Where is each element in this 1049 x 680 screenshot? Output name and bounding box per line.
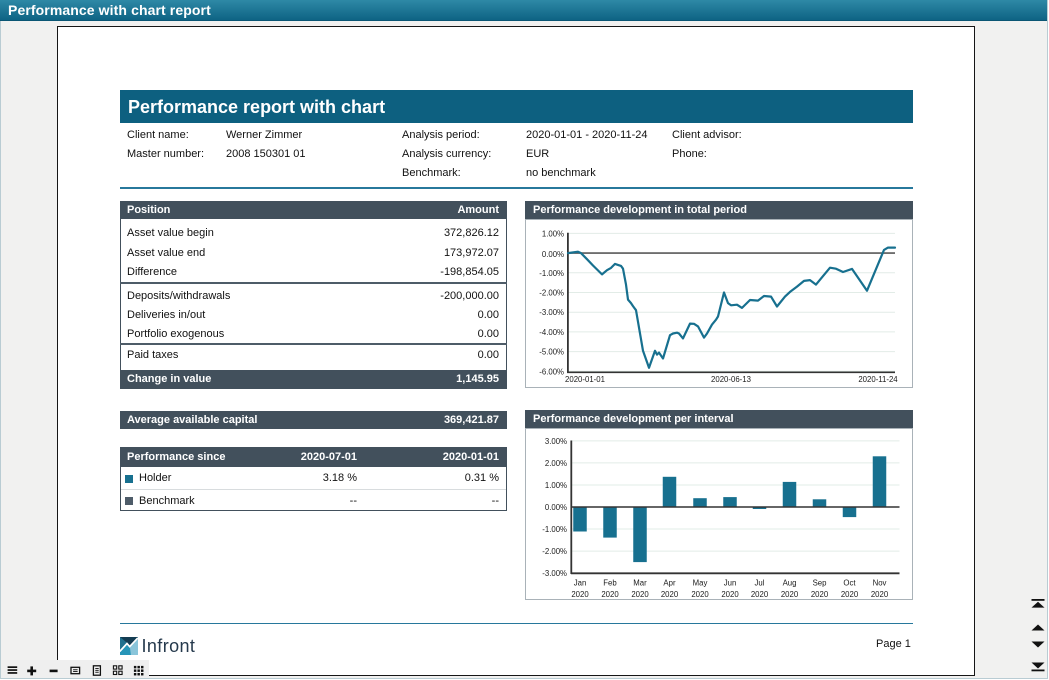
svg-text:2020-06-13: 2020-06-13 — [711, 375, 751, 384]
svg-text:-6.00%: -6.00% — [539, 367, 564, 376]
svg-text:Nov: Nov — [873, 578, 887, 587]
svg-text:2020: 2020 — [781, 590, 799, 599]
svg-text:1.00%: 1.00% — [542, 229, 564, 238]
svg-text:2020: 2020 — [571, 590, 589, 599]
svg-text:Mar: Mar — [633, 578, 647, 587]
svg-text:Jul: Jul — [755, 578, 765, 587]
svg-text:-1.00%: -1.00% — [539, 269, 564, 278]
svg-text:Aug: Aug — [783, 578, 797, 587]
svg-text:-4.00%: -4.00% — [539, 328, 564, 337]
svg-text:2020: 2020 — [661, 590, 679, 599]
svg-text:-2.00%: -2.00% — [539, 289, 564, 298]
svg-text:2020: 2020 — [751, 590, 769, 599]
svg-text:-5.00%: -5.00% — [539, 348, 564, 357]
svg-text:0.00%: 0.00% — [542, 250, 564, 259]
svg-text:Jan: Jan — [574, 578, 587, 587]
svg-text:3.00%: 3.00% — [545, 436, 567, 445]
svg-text:2020: 2020 — [601, 590, 619, 599]
svg-text:-3.00%: -3.00% — [539, 308, 564, 317]
svg-text:-1.00%: -1.00% — [542, 525, 567, 534]
svg-text:-3.00%: -3.00% — [542, 569, 567, 578]
svg-text:Sep: Sep — [813, 578, 828, 587]
svg-text:2.00%: 2.00% — [545, 458, 567, 467]
svg-text:2020-01-01: 2020-01-01 — [565, 375, 605, 384]
svg-text:Apr: Apr — [663, 578, 676, 587]
svg-text:2020: 2020 — [841, 590, 859, 599]
svg-text:2020: 2020 — [811, 590, 829, 599]
svg-text:2020: 2020 — [691, 590, 709, 599]
svg-text:May: May — [693, 578, 708, 587]
svg-text:-2.00%: -2.00% — [542, 547, 567, 556]
svg-text:2020: 2020 — [871, 590, 889, 599]
svg-text:2020: 2020 — [631, 590, 649, 599]
svg-text:Jun: Jun — [724, 578, 737, 587]
svg-text:2020: 2020 — [721, 590, 739, 599]
svg-text:0.00%: 0.00% — [545, 503, 567, 512]
svg-text:2020-11-24: 2020-11-24 — [858, 375, 898, 384]
svg-text:1.00%: 1.00% — [545, 481, 567, 490]
svg-text:Feb: Feb — [603, 578, 617, 587]
svg-text:Oct: Oct — [843, 578, 856, 587]
